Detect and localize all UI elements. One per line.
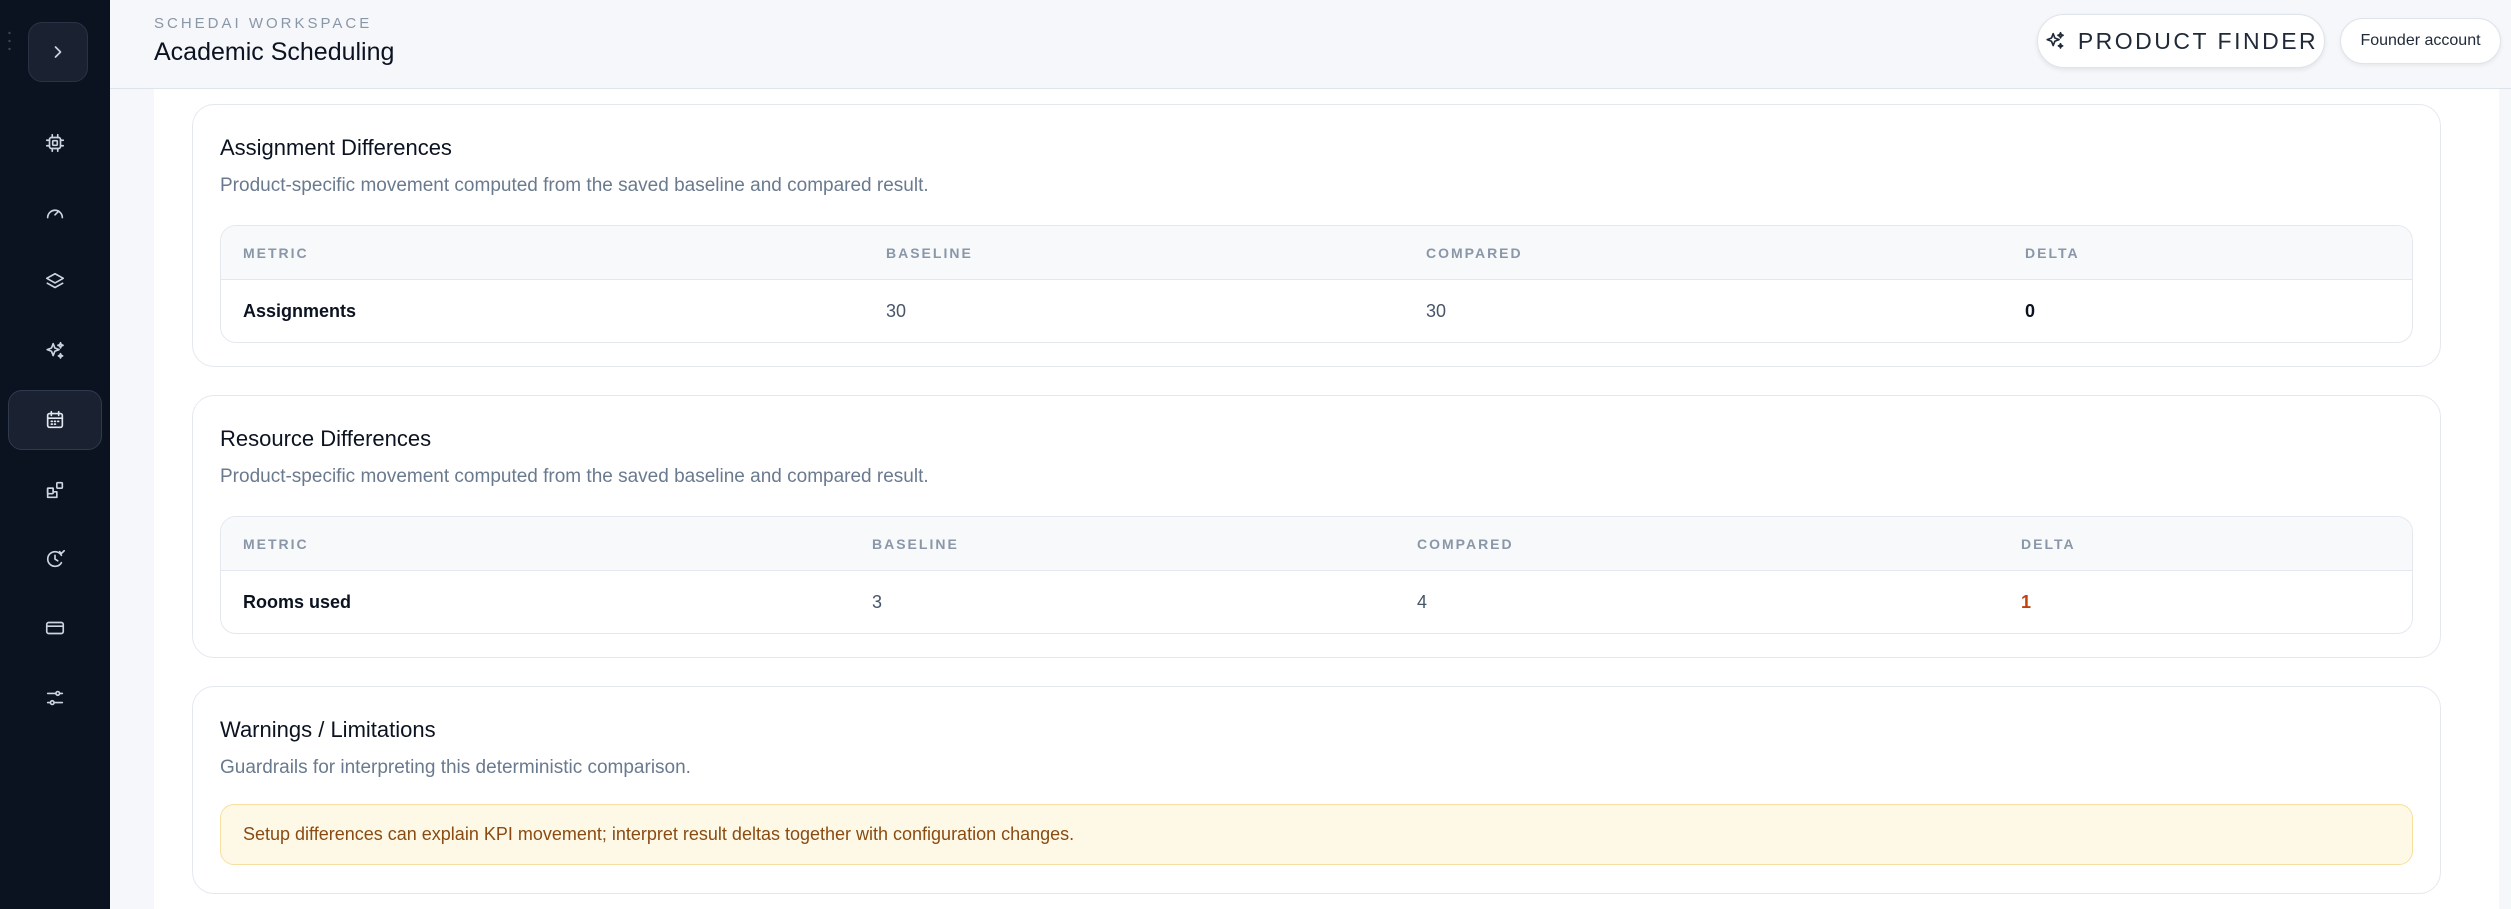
product-finder-button[interactable]: PRODUCT FINDER: [2037, 14, 2325, 68]
bot-icon: [46, 549, 65, 568]
drag-handle-icon: [8, 31, 11, 51]
resource-differences-card: Resource Differences Product-specific mo…: [192, 395, 2441, 658]
card-title: Resource Differences: [220, 426, 432, 451]
sidebar-item-dashboard[interactable]: [8, 183, 102, 243]
sidebar-item-scheduling[interactable]: [8, 390, 102, 450]
compared-cell: 30: [1426, 301, 1447, 321]
column-header: COMPARED: [1426, 245, 1523, 261]
column-header: COMPARED: [1417, 536, 1514, 552]
layers-icon: [45, 272, 65, 289]
calendar-icon: [46, 410, 64, 429]
expand-sidebar-button[interactable]: [28, 22, 88, 82]
table-header: METRIC BASELINE COMPARED DELTA: [221, 226, 2412, 280]
sidebar-item-assistant[interactable]: [8, 529, 102, 589]
assignment-differences-card: Assignment Differences Product-specific …: [192, 104, 2441, 367]
card-subtitle: Product-specific movement computed from …: [220, 175, 929, 196]
chevron-right-icon: [54, 46, 62, 58]
sidebar-item-settings[interactable]: [8, 668, 102, 728]
column-header: DELTA: [2025, 245, 2080, 261]
delta-cell: 1: [2021, 592, 2032, 612]
card-subtitle: Guardrails for interpreting this determi…: [220, 757, 691, 778]
card-title: Assignment Differences: [220, 135, 452, 160]
resource-table: METRIC BASELINE COMPARED DELTA Rooms use…: [220, 516, 2413, 634]
column-header: DELTA: [2021, 536, 2076, 552]
sliders-icon: [46, 690, 64, 706]
sidebar-item-cpu[interactable]: [8, 113, 102, 173]
table-header: METRIC BASELINE COMPARED DELTA: [221, 517, 2412, 571]
cpu-icon: [45, 133, 65, 153]
metric-cell: Rooms used: [243, 592, 352, 612]
sidebar-item-ai[interactable]: [8, 321, 102, 381]
delta-cell: 0: [2025, 301, 2036, 321]
card-title: Warnings / Limitations: [220, 717, 436, 742]
workspace-label: SCHEDAI WORKSPACE: [154, 15, 373, 32]
warnings-card: Warnings / Limitations Guardrails for in…: [192, 686, 2441, 894]
warning-message: Setup differences can explain KPI moveme…: [220, 804, 2413, 865]
assignment-table: METRIC BASELINE COMPARED DELTA Assignmen…: [220, 225, 2413, 343]
column-header: BASELINE: [886, 245, 973, 261]
sidebar-item-billing[interactable]: [8, 598, 102, 658]
sidebar: [0, 0, 110, 909]
product-finder-label: PRODUCT FINDER: [2077, 27, 2319, 54]
sparkles-icon: [2046, 31, 2064, 49]
sparkles-icon: [46, 341, 64, 359]
card-subtitle: Product-specific movement computed from …: [220, 466, 929, 487]
sidebar-item-layers[interactable]: [8, 252, 102, 312]
credit-card-icon: [45, 621, 65, 635]
main-content: Assignment Differences Product-specific …: [154, 89, 2499, 909]
metric-cell: Assignments: [243, 301, 357, 321]
baseline-cell: 30: [886, 301, 907, 321]
account-button[interactable]: Founder account: [2340, 18, 2501, 64]
blocks-icon: [46, 481, 64, 499]
compared-cell: 4: [1417, 592, 1428, 612]
column-header: METRIC: [243, 245, 309, 261]
column-header: BASELINE: [872, 536, 959, 552]
gauge-icon: [46, 209, 64, 219]
baseline-cell: 3: [872, 592, 883, 612]
column-header: METRIC: [243, 536, 309, 552]
page-title: Academic Scheduling: [154, 38, 395, 66]
sidebar-item-modules[interactable]: [8, 460, 102, 520]
